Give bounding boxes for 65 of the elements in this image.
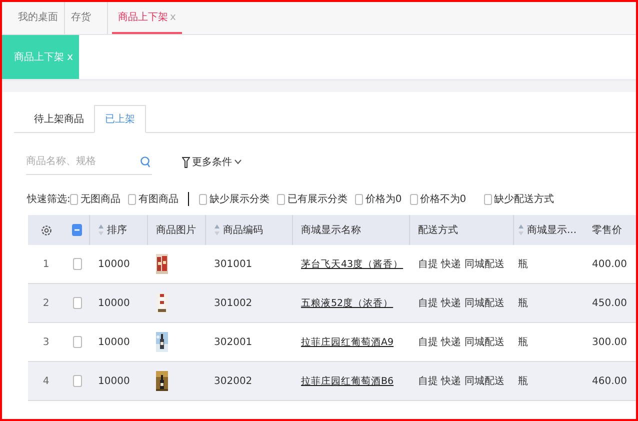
checkbox-label[interactable]: 价格为0: [365, 192, 402, 206]
tab[interactable]: 待上架商品: [24, 106, 94, 132]
product-link[interactable]: 拉菲庄园红葡萄酒A9: [301, 336, 394, 348]
table-cell-text: 自提 快递 同城配送: [418, 296, 504, 310]
column-header[interactable]: 商品编码: [223, 223, 263, 237]
checkbox-label[interactable]: 价格不为0: [420, 192, 466, 206]
table-cell: 10000: [98, 258, 130, 270]
table-cell: 301001: [214, 258, 252, 270]
table-cell-text: 瓶: [518, 336, 528, 349]
table-cell: 10000: [98, 376, 130, 386]
table-cell-text: 自提 快递 同城配送: [418, 258, 504, 271]
table-cell: 10000: [98, 336, 130, 348]
product-link[interactable]: 五粮液52度（浓香）: [301, 296, 394, 310]
table-cell: 450.00: [592, 298, 627, 308]
column-header[interactable]: 配送方式: [418, 223, 458, 237]
checkbox[interactable]: [277, 194, 286, 204]
column-header[interactable]: 零售价: [592, 223, 622, 237]
row-number: 1: [42, 258, 50, 270]
table-cell: 10000: [98, 298, 130, 308]
table-cell: 300.00: [592, 336, 627, 348]
product-link[interactable]: 茅台飞天43度（酱香）: [301, 258, 404, 270]
column-header[interactable]: 商城显示...: [527, 223, 577, 237]
checkbox[interactable]: [72, 336, 82, 348]
column-header[interactable]: 排序: [107, 223, 127, 237]
column-header[interactable]: 商品图片: [156, 223, 196, 237]
checkbox-label[interactable]: 有图商品: [138, 192, 178, 206]
table-cell-text: 瓶: [518, 375, 528, 388]
table-cell-text: 瓶: [518, 297, 528, 310]
more-filters-button[interactable]: 更多条件: [182, 155, 242, 169]
checkbox-label[interactable]: 已有展示分类: [287, 192, 348, 206]
checkbox[interactable]: [484, 194, 492, 204]
row-number: 2: [42, 298, 50, 308]
checkbox[interactable]: [355, 194, 364, 204]
checkbox-label[interactable]: 无图商品: [80, 192, 120, 206]
checkbox-label[interactable]: 缺少配送方式: [494, 192, 554, 206]
checkbox[interactable]: [128, 194, 136, 204]
column-header[interactable]: 商城显示名称: [301, 223, 361, 237]
product-link[interactable]: 拉菲庄园红葡萄酒B6: [301, 374, 394, 388]
chevron-down-icon: [234, 159, 242, 165]
row-number: 4: [42, 376, 50, 386]
settings-icon: [40, 224, 52, 236]
table-cell: 302002: [214, 376, 252, 386]
table-cell: 400.00: [592, 258, 627, 270]
table-cell: 301002: [214, 298, 252, 308]
search-icon: [140, 156, 150, 168]
table-cell: 302001: [214, 336, 252, 348]
checkbox[interactable]: [199, 194, 208, 204]
tab[interactable]: 我的桌面: [12, 2, 65, 34]
table-cell-text: 自提 快递 同城配送: [418, 336, 504, 349]
row-number: 3: [42, 336, 50, 348]
table-cell-text: 自提 快递 同城配送: [418, 374, 504, 388]
checkbox[interactable]: [72, 297, 82, 309]
table-cell-text: 瓶: [518, 258, 528, 271]
tab[interactable]: 存货: [65, 2, 108, 34]
search-field[interactable]: 商品名称、规格: [26, 149, 152, 175]
filter-label: 快速筛选:: [27, 192, 70, 206]
tab[interactable]: 商品上下架 x: [112, 2, 182, 34]
checkbox[interactable]: [72, 375, 82, 387]
checkbox[interactable]: [70, 194, 78, 204]
checkbox[interactable]: [410, 194, 418, 204]
filter-icon: [182, 156, 190, 168]
table-cell: 460.00: [592, 376, 627, 386]
checkbox[interactable]: [72, 258, 82, 270]
select-all-icon: [72, 224, 82, 236]
checkbox-label[interactable]: 缺少展示分类: [209, 192, 270, 206]
